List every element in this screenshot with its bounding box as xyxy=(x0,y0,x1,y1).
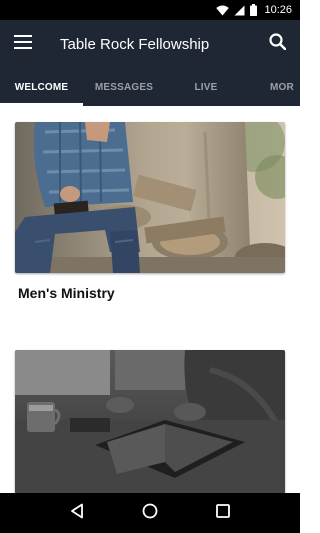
tab-messages[interactable]: MESSAGES xyxy=(83,68,165,106)
content-feed: Men's Ministry xyxy=(0,106,300,493)
recents-icon xyxy=(216,503,231,523)
app-bar: Table Rock Fellowship xyxy=(0,20,300,68)
back-icon xyxy=(70,503,84,524)
menu-button[interactable] xyxy=(0,20,46,68)
recents-button[interactable] xyxy=(203,493,243,533)
tab-bar: WELCOME MESSAGES LIVE MOR xyxy=(0,68,300,106)
menu-icon xyxy=(14,34,32,54)
card-image-bible-study[interactable] xyxy=(15,350,285,493)
status-time: 10:26 xyxy=(264,4,292,16)
home-icon xyxy=(142,503,158,524)
system-nav-bar xyxy=(0,493,300,533)
home-button[interactable] xyxy=(130,493,170,533)
tab-welcome[interactable]: WELCOME xyxy=(0,68,83,106)
battery-icon xyxy=(250,4,258,16)
card-mens-ministry[interactable]: Men's Ministry xyxy=(15,122,285,322)
card-image-mens-ministry[interactable] xyxy=(15,122,285,273)
app-title: Table Rock Fellowship xyxy=(60,35,210,53)
tab-more[interactable]: MOR xyxy=(247,68,299,106)
card-bible-study[interactable] xyxy=(15,350,285,493)
bible-and-coffee-photo xyxy=(15,350,285,493)
status-bar: 10:26 xyxy=(0,0,300,20)
search-icon xyxy=(268,33,286,55)
back-button[interactable] xyxy=(57,493,97,533)
signal-icon xyxy=(234,5,245,16)
search-button[interactable] xyxy=(254,20,300,68)
tab-live[interactable]: LIVE xyxy=(165,68,247,106)
man-sitting-photo xyxy=(15,122,285,273)
wifi-icon xyxy=(216,5,230,16)
card-title: Men's Ministry xyxy=(18,285,115,301)
